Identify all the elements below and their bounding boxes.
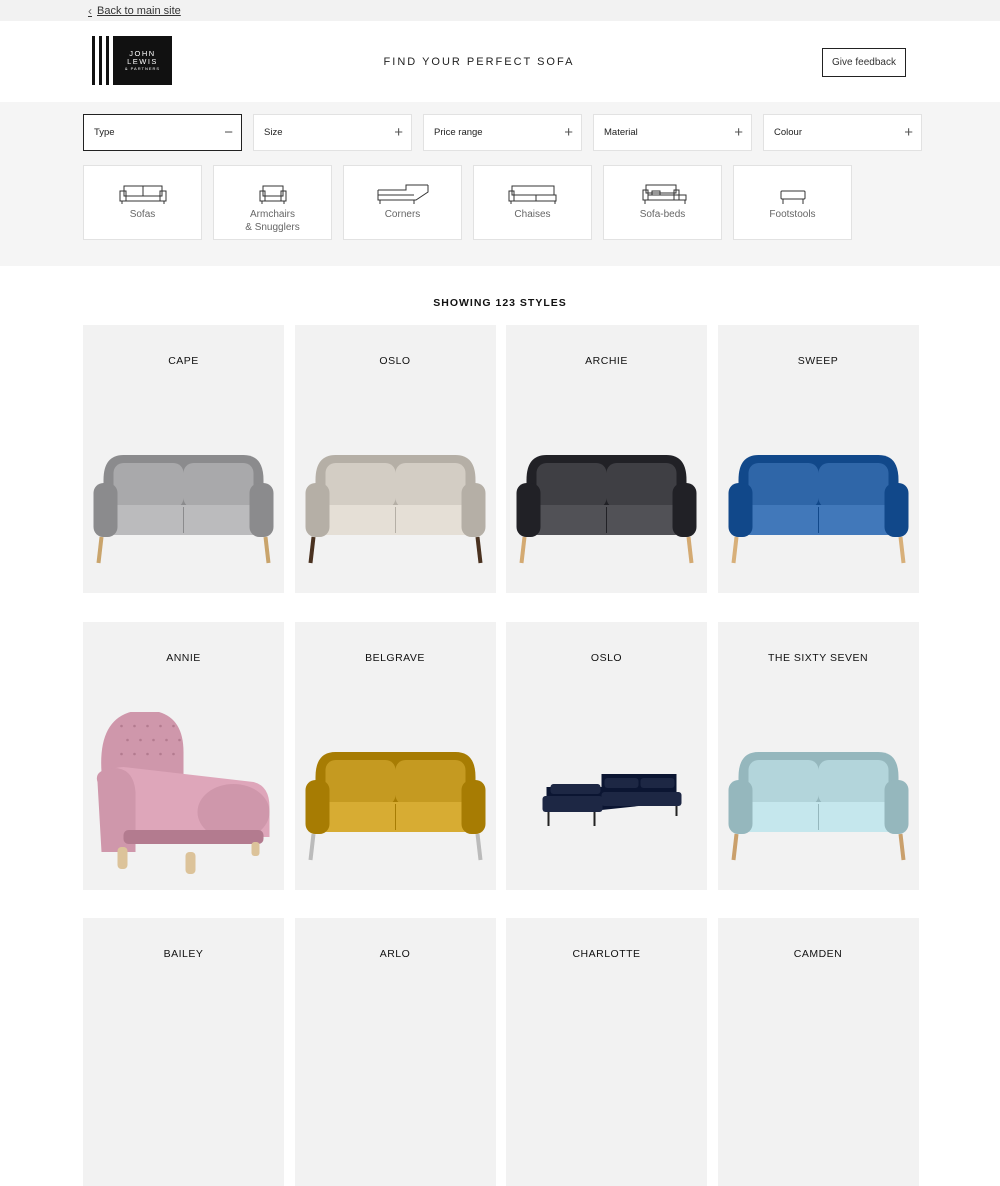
product-image-armchair xyxy=(96,711,270,874)
product-card-bailey[interactable]: BAILEY xyxy=(83,918,284,1186)
plus-icon: + xyxy=(904,124,913,141)
type-option-chaises[interactable]: Chaises xyxy=(473,165,592,240)
type-label: Armchairs & Snugglers xyxy=(245,209,300,233)
sofa-bed-icon xyxy=(642,184,686,204)
product-image-sofa xyxy=(93,455,274,564)
product-card-archie[interactable]: ARCHIE xyxy=(506,325,707,593)
product-name: ARCHIE xyxy=(585,355,628,367)
product-card-charlotte[interactable]: CHARLOTTE xyxy=(506,918,707,1186)
filter-size[interactable]: Size + xyxy=(253,114,412,151)
filter-label: Price range xyxy=(434,127,483,138)
back-link-label: Back to main site xyxy=(97,5,181,17)
type-label: Corners xyxy=(384,209,421,220)
back-to-main-site-link[interactable]: ‹ Back to main site xyxy=(88,4,181,18)
product-card-cape[interactable]: CAPE xyxy=(83,325,284,593)
product-name: CAMDEN xyxy=(793,948,843,960)
site-header: JOHN LEWIS & PARTNERS FIND YOUR PERFECT … xyxy=(0,21,1000,102)
give-feedback-button[interactable]: Give feedback xyxy=(822,48,906,77)
type-option-corners[interactable]: Corners xyxy=(343,165,462,240)
product-name: ARLO xyxy=(379,948,411,960)
minus-icon: − xyxy=(224,124,233,141)
footstool-icon xyxy=(780,190,805,204)
filter-label: Colour xyxy=(774,127,802,138)
corner-sofa-icon xyxy=(377,184,428,204)
product-name: BAILEY xyxy=(163,948,204,960)
chevron-left-icon: ‹ xyxy=(88,4,92,18)
product-card-oslo[interactable]: OSLO xyxy=(294,325,496,593)
filter-material[interactable]: Material + xyxy=(593,114,752,151)
filter-label: Size xyxy=(264,127,283,138)
plus-icon: + xyxy=(564,124,573,141)
armchair-icon xyxy=(259,185,286,204)
product-card-arlo[interactable]: ARLO xyxy=(294,918,496,1186)
type-label: Chaises xyxy=(514,209,551,220)
product-card-oslo[interactable]: OSLO xyxy=(506,621,707,890)
type-options: Sofas Armchairs & Snugglers Corners Chaises… xyxy=(83,165,852,240)
top-utility-bar: ‹ Back to main site xyxy=(0,0,1000,21)
type-option-sofa-beds[interactable]: Sofa-beds xyxy=(603,165,722,240)
type-option-footstools[interactable]: Footstools xyxy=(733,165,852,240)
product-name: ANNIE xyxy=(166,651,201,664)
product-name: CAPE xyxy=(168,355,199,367)
product-name: SWEEP xyxy=(797,355,839,367)
product-card-annie[interactable]: ANNIE xyxy=(83,621,284,890)
product-name: OSLO xyxy=(590,651,623,664)
filter-label: Type xyxy=(94,127,115,138)
plus-icon: + xyxy=(734,124,743,141)
product-name: THE SIXTY SEVEN xyxy=(767,651,869,664)
product-image-corner xyxy=(542,773,682,826)
product-card-belgrave[interactable]: BELGRAVE xyxy=(294,621,496,890)
product-image-sofa xyxy=(516,455,697,564)
product-name: OSLO xyxy=(379,355,411,367)
filter-colour[interactable]: Colour + xyxy=(763,114,922,151)
filter-type[interactable]: Type − xyxy=(83,114,242,151)
product-image-sofa xyxy=(305,455,485,564)
product-card-camden[interactable]: CAMDEN xyxy=(717,918,919,1186)
filter-panel: Type − Size + Price range + Material + Colour + S… xyxy=(0,102,1000,266)
type-option-armchairs[interactable]: Armchairs & Snugglers xyxy=(213,165,332,240)
product-image-sofa xyxy=(305,751,485,860)
type-label: Sofas xyxy=(129,209,156,220)
chaise-icon xyxy=(508,185,556,204)
filter-bar: Type − Size + Price range + Material + Colour + xyxy=(83,114,922,151)
product-card-the-sixty-seven[interactable]: THE SIXTY SEVEN xyxy=(717,621,919,890)
product-image-sofa xyxy=(728,751,908,860)
type-label: Sofa-beds xyxy=(639,209,686,220)
product-name: CHARLOTTE xyxy=(572,948,641,960)
product-image-sofa xyxy=(728,455,908,564)
results-count: SHOWING 123 STYLES xyxy=(433,297,567,309)
sofa-icon xyxy=(119,185,166,204)
type-label: Footstools xyxy=(769,209,816,220)
page-title: FIND YOUR PERFECT SOFA xyxy=(383,56,575,68)
filter-price-range[interactable]: Price range + xyxy=(423,114,582,151)
product-card-sweep[interactable]: SWEEP xyxy=(717,325,919,593)
type-option-sofas[interactable]: Sofas xyxy=(83,165,202,240)
filter-label: Material xyxy=(604,127,638,138)
plus-icon: + xyxy=(394,124,403,141)
product-name: BELGRAVE xyxy=(365,651,425,664)
